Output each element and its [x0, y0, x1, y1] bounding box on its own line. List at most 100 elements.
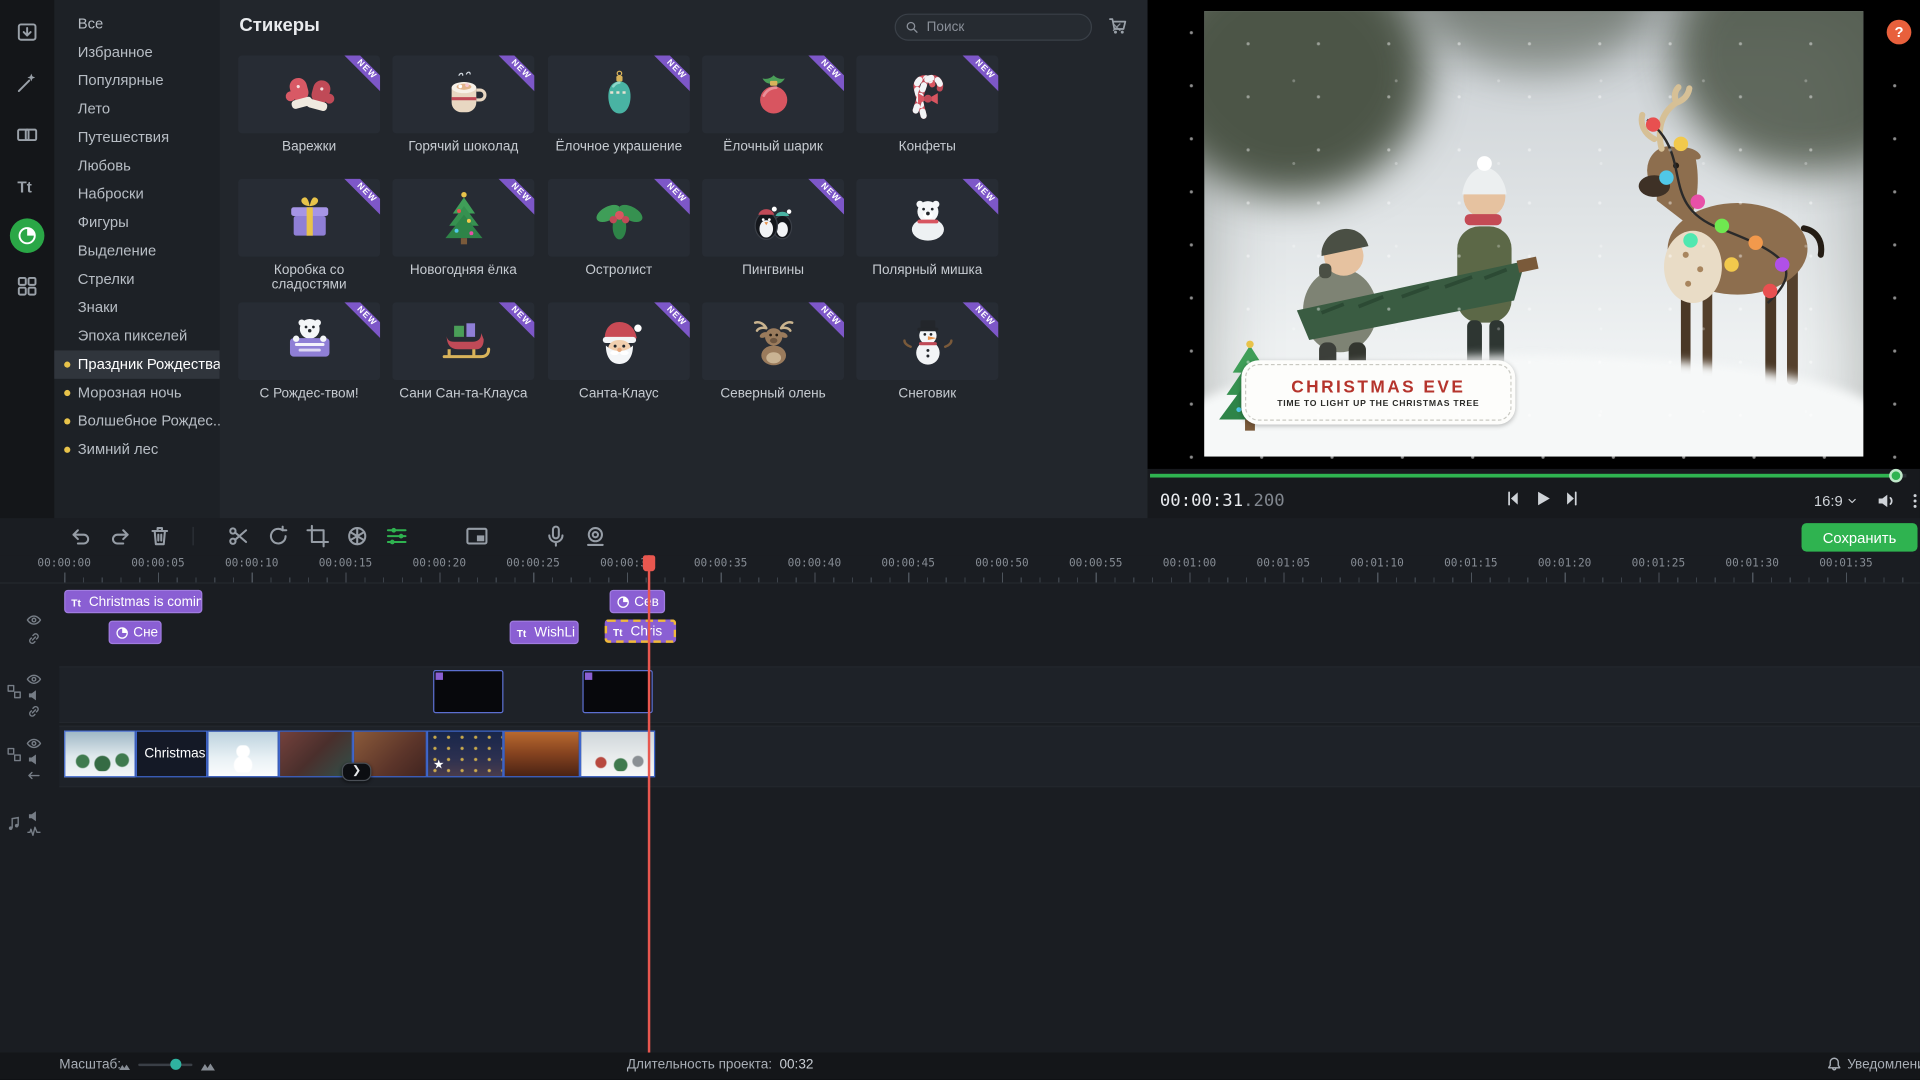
- transitions-icon[interactable]: [10, 117, 45, 152]
- sidebar-item-znaki[interactable]: Знаки: [54, 294, 219, 322]
- sticker-tile[interactable]: NEWСанта-Клаус: [548, 302, 690, 401]
- transition-icon[interactable]: ❯: [342, 763, 372, 782]
- video-track-visibility-eye-icon[interactable]: [26, 735, 42, 751]
- store-cart-icon[interactable]: [1108, 16, 1128, 36]
- zoom-slider-thumb[interactable]: [170, 1059, 181, 1070]
- sticker-tile[interactable]: NEWОстролист: [548, 179, 690, 278]
- undo-icon[interactable]: [69, 524, 92, 547]
- webcam-capture-icon[interactable]: [584, 524, 607, 547]
- search-input[interactable]: [919, 20, 1109, 35]
- sidebar-item-leto[interactable]: Лето: [54, 95, 219, 123]
- rotate-icon[interactable]: [267, 524, 290, 547]
- sidebar-item-volshebnoe-rozhdestvo[interactable]: Волшебное Рождес...: [54, 407, 219, 435]
- sticker-tile[interactable]: NEWСнеговик: [856, 302, 998, 401]
- sidebar-item-figury[interactable]: Фигуры: [54, 209, 219, 237]
- sidebar-item-vydelenie[interactable]: Выделение: [54, 237, 219, 265]
- sticker-tile[interactable]: NEWПингвины: [702, 179, 844, 278]
- snowfall-overlay: [1204, 11, 1863, 456]
- play-button[interactable]: [1533, 489, 1553, 509]
- sticker-clip[interactable]: Сне: [109, 621, 162, 644]
- selected-title-clip[interactable]: TtChris: [605, 619, 677, 642]
- crop-icon[interactable]: [306, 524, 329, 547]
- zoom-in-icon[interactable]: [200, 1057, 216, 1073]
- zoom-out-icon[interactable]: [118, 1060, 130, 1072]
- overlay-track-visibility-eye-icon[interactable]: [26, 671, 42, 687]
- video-track-mute-speaker-icon[interactable]: [26, 751, 42, 767]
- filters-icon[interactable]: [10, 65, 45, 100]
- new-badge: NEW: [645, 302, 690, 347]
- sticker-tile[interactable]: NEWС Рождес-твом!: [238, 302, 380, 401]
- playhead-handle[interactable]: [643, 555, 655, 571]
- audio-track-wave-icon[interactable]: [26, 824, 42, 840]
- overlay-video-clip[interactable]: [582, 670, 652, 713]
- record-audio-icon[interactable]: [544, 524, 567, 547]
- overlay-track-mute-speaker-icon[interactable]: [26, 687, 42, 703]
- preview-menu-icon[interactable]: [1906, 491, 1920, 511]
- sticker-clip[interactable]: Сев: [610, 590, 666, 613]
- snowman-sticker-icon: [898, 312, 957, 371]
- sticker-tile[interactable]: NEWСеверный олень: [702, 302, 844, 401]
- video-clip-thumbnail[interactable]: ★: [427, 730, 504, 777]
- sticker-tile[interactable]: NEWЁлочное украшение: [548, 56, 690, 155]
- sticker-tile[interactable]: NEWКоробка со сладостями: [238, 179, 380, 293]
- sidebar-item-populyarnye[interactable]: Популярные: [54, 67, 219, 95]
- sticker-tile[interactable]: NEWПолярный мишка: [856, 179, 998, 278]
- sidebar-item-izbrannoe[interactable]: Избранное: [54, 38, 219, 66]
- split-scissors-icon[interactable]: [227, 524, 250, 547]
- audio-track-mute-speaker-icon[interactable]: [26, 808, 42, 824]
- delete-icon[interactable]: [148, 524, 171, 547]
- sidebar-item-moroznaya-noch[interactable]: Морозная ночь: [54, 379, 219, 407]
- sidebar-item-vse[interactable]: Все: [54, 10, 219, 38]
- color-adjust-icon[interactable]: [346, 524, 369, 547]
- save-button[interactable]: Сохранить: [1802, 523, 1918, 551]
- import-media-icon[interactable]: [10, 15, 45, 50]
- zoom-slider[interactable]: [138, 1064, 192, 1066]
- playhead-line[interactable]: [648, 555, 650, 1052]
- sticker-tile[interactable]: NEWНовогодняя ёлка: [392, 179, 534, 278]
- sticker-tile[interactable]: NEWКонфеты: [856, 56, 998, 155]
- category-label: Путешествия: [78, 128, 169, 145]
- progress-thumb[interactable]: [1889, 469, 1903, 483]
- video-clip-thumbnail[interactable]: [207, 730, 279, 777]
- title-clip[interactable]: TtWishLi: [510, 621, 579, 644]
- video-clip-thumbnail[interactable]: [503, 730, 580, 777]
- overlay-track-link-icon[interactable]: [26, 703, 42, 719]
- notifications-button[interactable]: Уведомления: [1826, 1056, 1920, 1072]
- sidebar-item-nabroski[interactable]: Наброски: [54, 180, 219, 208]
- help-button[interactable]: ?: [1887, 20, 1912, 45]
- video-track-back-arrow-icon[interactable]: [26, 768, 42, 784]
- search-box[interactable]: [895, 14, 1092, 41]
- sidebar-item-lyubov[interactable]: Любовь: [54, 152, 219, 180]
- redo-icon[interactable]: [109, 524, 132, 547]
- volume-icon[interactable]: [1876, 491, 1896, 511]
- sidebar-item-prazdnik-rozhdestva[interactable]: Праздник Рождества: [54, 350, 219, 378]
- title-track-link-icon[interactable]: [26, 631, 42, 647]
- sidebar-item-puteshestviya[interactable]: Путешествия: [54, 123, 219, 151]
- video-clip-name[interactable]: Christmas: [136, 730, 208, 777]
- sidebar-item-zimniy-les[interactable]: Зимний лес: [54, 436, 219, 464]
- new-badge: NEW: [490, 56, 535, 101]
- timeline-ruler[interactable]: 00:00:0000:00:0500:00:1000:00:1500:00:20…: [0, 555, 1920, 583]
- video-clip-thumbnail[interactable]: [580, 730, 655, 777]
- sticker-tile[interactable]: NEWСани Сан-та-Клауса: [392, 302, 534, 401]
- title-track-visibility-eye-icon[interactable]: [26, 612, 42, 628]
- overlay-video-clip[interactable]: [433, 670, 503, 713]
- title-clip[interactable]: TtChristmas is comin: [64, 590, 202, 613]
- previous-frame-button[interactable]: [1503, 489, 1523, 509]
- next-frame-button[interactable]: [1562, 489, 1582, 509]
- sidebar-item-epoha-pikseley[interactable]: Эпоха пикселей: [54, 322, 219, 350]
- aspect-ratio-select[interactable]: 16:9: [1814, 492, 1859, 509]
- stickers-icon[interactable]: [10, 218, 45, 253]
- overlay-pip-icon[interactable]: [465, 524, 488, 547]
- sticker-tile[interactable]: NEWЁлочный шарик: [702, 56, 844, 155]
- sidebar-item-strelki[interactable]: Стрелки: [54, 265, 219, 293]
- overlay-track-lane[interactable]: [59, 666, 1920, 723]
- video-clip-thumbnail[interactable]: [64, 730, 136, 777]
- clip-properties-icon[interactable]: [385, 524, 408, 547]
- sticker-tile[interactable]: NEWВарежки: [238, 56, 380, 155]
- titles-icon[interactable]: Tt: [10, 169, 45, 204]
- sticker-tile[interactable]: NEWГорячий шоколад: [392, 56, 534, 155]
- candy-sticker-icon: [898, 65, 957, 124]
- more-tools-icon[interactable]: [10, 269, 45, 304]
- playback-progress-bar[interactable]: [1150, 474, 1906, 478]
